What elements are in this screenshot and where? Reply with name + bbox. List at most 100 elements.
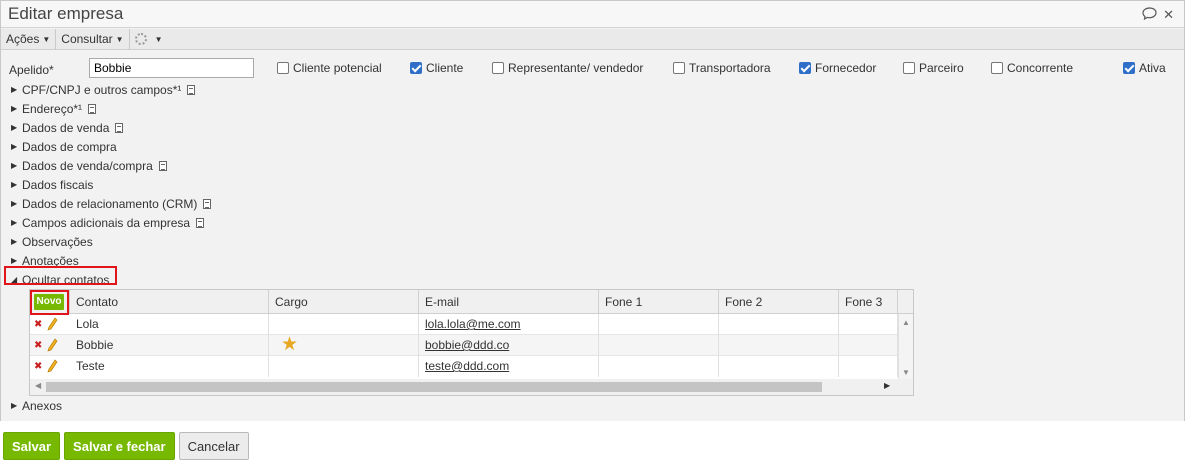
gear-icon xyxy=(134,33,147,45)
section-label: Endereço*¹ xyxy=(22,101,83,116)
scroll-thumb[interactable] xyxy=(46,382,822,392)
checkbox-transportadora[interactable]: Transportadora xyxy=(673,61,771,75)
highlight-novo xyxy=(30,290,69,315)
section-campos-adicionais[interactable]: ▶ Campos adicionais da empresa xyxy=(11,213,211,232)
scroll-down-icon[interactable]: ▼ xyxy=(902,368,910,377)
cell-cargo xyxy=(269,356,419,377)
cell-fone2 xyxy=(719,356,839,377)
section-crm[interactable]: ▶ Dados de relacionamento (CRM) xyxy=(11,194,212,213)
checkbox-fornecedor[interactable]: Fornecedor xyxy=(799,61,876,75)
scroll-left-icon[interactable]: ◀ xyxy=(35,381,41,390)
column-header-contato[interactable]: Contato xyxy=(70,290,269,314)
delete-icon[interactable]: ✖ xyxy=(34,319,42,330)
acoes-label: Ações xyxy=(6,32,40,46)
caret-down-icon: ▼ xyxy=(42,34,51,44)
document-icon xyxy=(187,84,196,95)
section-endereco[interactable]: ▶ Endereço*¹ xyxy=(11,99,211,118)
checkbox-box[interactable] xyxy=(991,62,1003,74)
checkbox-concorrente[interactable]: Concorrente xyxy=(991,61,1073,75)
expand-triangle-icon: ▶ xyxy=(11,199,18,208)
checkbox-label: Ativa xyxy=(1139,61,1166,75)
settings-menu[interactable]: ▼ xyxy=(130,29,168,50)
document-icon xyxy=(158,160,167,171)
apelido-input[interactable] xyxy=(89,58,254,78)
cell-fone3 xyxy=(839,314,898,335)
document-icon xyxy=(203,198,212,209)
column-header-cargo[interactable]: Cargo xyxy=(269,290,419,314)
company-form: Apelido* Cliente potencial Cliente Repre… xyxy=(1,51,1184,421)
checkbox-label: Transportadora xyxy=(689,61,771,75)
checkbox-box[interactable] xyxy=(1123,62,1135,74)
checkbox-label: Representante/ vendedor xyxy=(508,61,644,75)
email-link[interactable]: lola.lola@me.com xyxy=(425,317,521,331)
save-button[interactable]: Salvar xyxy=(3,432,61,460)
section-dados-fiscais[interactable]: ▶ Dados fiscais xyxy=(11,175,211,194)
email-link[interactable]: teste@ddd.com xyxy=(425,359,509,373)
edit-pencil-icon[interactable] xyxy=(47,338,58,352)
table-row[interactable]: ✖ Lola lola.lola@me.com xyxy=(30,314,898,335)
expand-triangle-icon: ▶ xyxy=(11,237,18,246)
expand-triangle-icon: ▶ xyxy=(11,180,18,189)
delete-icon[interactable]: ✖ xyxy=(34,340,42,351)
table-row[interactable]: ✖ Bobbie ★ bobbie@ddd.co xyxy=(30,334,898,356)
cell-fone2 xyxy=(719,314,839,335)
top-row: Apelido* Cliente potencial Cliente Repre… xyxy=(9,58,1179,78)
checkbox-box[interactable] xyxy=(277,62,289,74)
contact-name: Bobbie xyxy=(76,338,114,352)
caret-down-icon: ▼ xyxy=(115,34,124,44)
comment-icon[interactable] xyxy=(1142,7,1157,23)
checkbox-parceiro[interactable]: Parceiro xyxy=(903,61,964,75)
highlight-ocultar-contatos xyxy=(4,266,117,285)
checkbox-label: Cliente potencial xyxy=(293,61,382,75)
checkbox-box[interactable] xyxy=(410,62,422,74)
section-label: Anexos xyxy=(22,398,63,413)
checkbox-representante[interactable]: Representante/ vendedor xyxy=(492,61,643,75)
section-cpf-cnpj[interactable]: ▶ CPF/CNPJ e outros campos*¹ xyxy=(11,80,211,99)
scroll-right-icon[interactable]: ▶ xyxy=(884,381,890,390)
column-header-fone3[interactable]: Fone 3 xyxy=(839,290,898,314)
acoes-menu[interactable]: Ações ▼ xyxy=(1,28,57,50)
email-link[interactable]: bobbie@ddd.co xyxy=(425,338,509,352)
cell-fone3 xyxy=(839,335,898,356)
column-header-email[interactable]: E-mail xyxy=(419,290,599,314)
table-row[interactable]: ✖ Teste teste@ddd.com xyxy=(30,356,898,377)
section-label: Dados de relacionamento (CRM) xyxy=(22,196,198,211)
checkbox-box[interactable] xyxy=(673,62,685,74)
delete-icon[interactable]: ✖ xyxy=(34,361,42,372)
checkbox-box[interactable] xyxy=(903,62,915,74)
checkbox-box[interactable] xyxy=(799,62,811,74)
cell-fone1 xyxy=(599,356,719,377)
title-bar: Editar empresa ✕ xyxy=(1,1,1184,28)
scroll-up-icon[interactable]: ▲ xyxy=(902,318,910,327)
checkbox-cliente[interactable]: Cliente xyxy=(410,61,463,75)
section-observacoes[interactable]: ▶ Observações xyxy=(11,232,211,251)
edit-pencil-icon[interactable] xyxy=(47,317,58,331)
expand-triangle-icon: ▶ xyxy=(11,104,18,113)
edit-pencil-icon[interactable] xyxy=(47,359,58,373)
save-close-button[interactable]: Salvar e fechar xyxy=(64,432,175,460)
section-dados-compra[interactable]: ▶ Dados de compra xyxy=(11,137,211,156)
consultar-label: Consultar xyxy=(61,32,113,46)
cancel-button[interactable]: Cancelar xyxy=(178,432,249,460)
section-dados-venda-compra[interactable]: ▶ Dados de venda/compra xyxy=(11,156,211,175)
close-icon[interactable]: ✕ xyxy=(1163,8,1174,22)
expand-triangle-icon: ▶ xyxy=(11,123,18,132)
column-header-fone1[interactable]: Fone 1 xyxy=(599,290,719,314)
checkbox-ativa[interactable]: Ativa xyxy=(1123,61,1166,75)
horizontal-scrollbar[interactable]: ◀ ▶ xyxy=(30,379,913,395)
section-label: Campos adicionais da empresa xyxy=(22,215,191,230)
column-header-fone2[interactable]: Fone 2 xyxy=(719,290,839,314)
checkbox-box[interactable] xyxy=(492,62,504,74)
checkbox-label: Parceiro xyxy=(919,61,964,75)
checkbox-label: Cliente xyxy=(426,61,464,75)
cell-cargo xyxy=(269,335,419,356)
cell-fone2 xyxy=(719,335,839,356)
vertical-scrollbar[interactable]: ▲ ▼ xyxy=(898,314,913,379)
section-anexos[interactable]: ▶ Anexos xyxy=(11,396,62,415)
checkbox-cliente-potencial[interactable]: Cliente potencial xyxy=(277,61,382,75)
document-icon xyxy=(88,103,97,114)
section-list: ▶ CPF/CNPJ e outros campos*¹ ▶ Endereço*¹ … xyxy=(11,80,212,289)
section-dados-venda[interactable]: ▶ Dados de venda xyxy=(11,118,211,137)
consultar-menu[interactable]: Consultar ▼ xyxy=(56,28,130,50)
cell-contato: Bobbie ★ xyxy=(70,334,298,356)
